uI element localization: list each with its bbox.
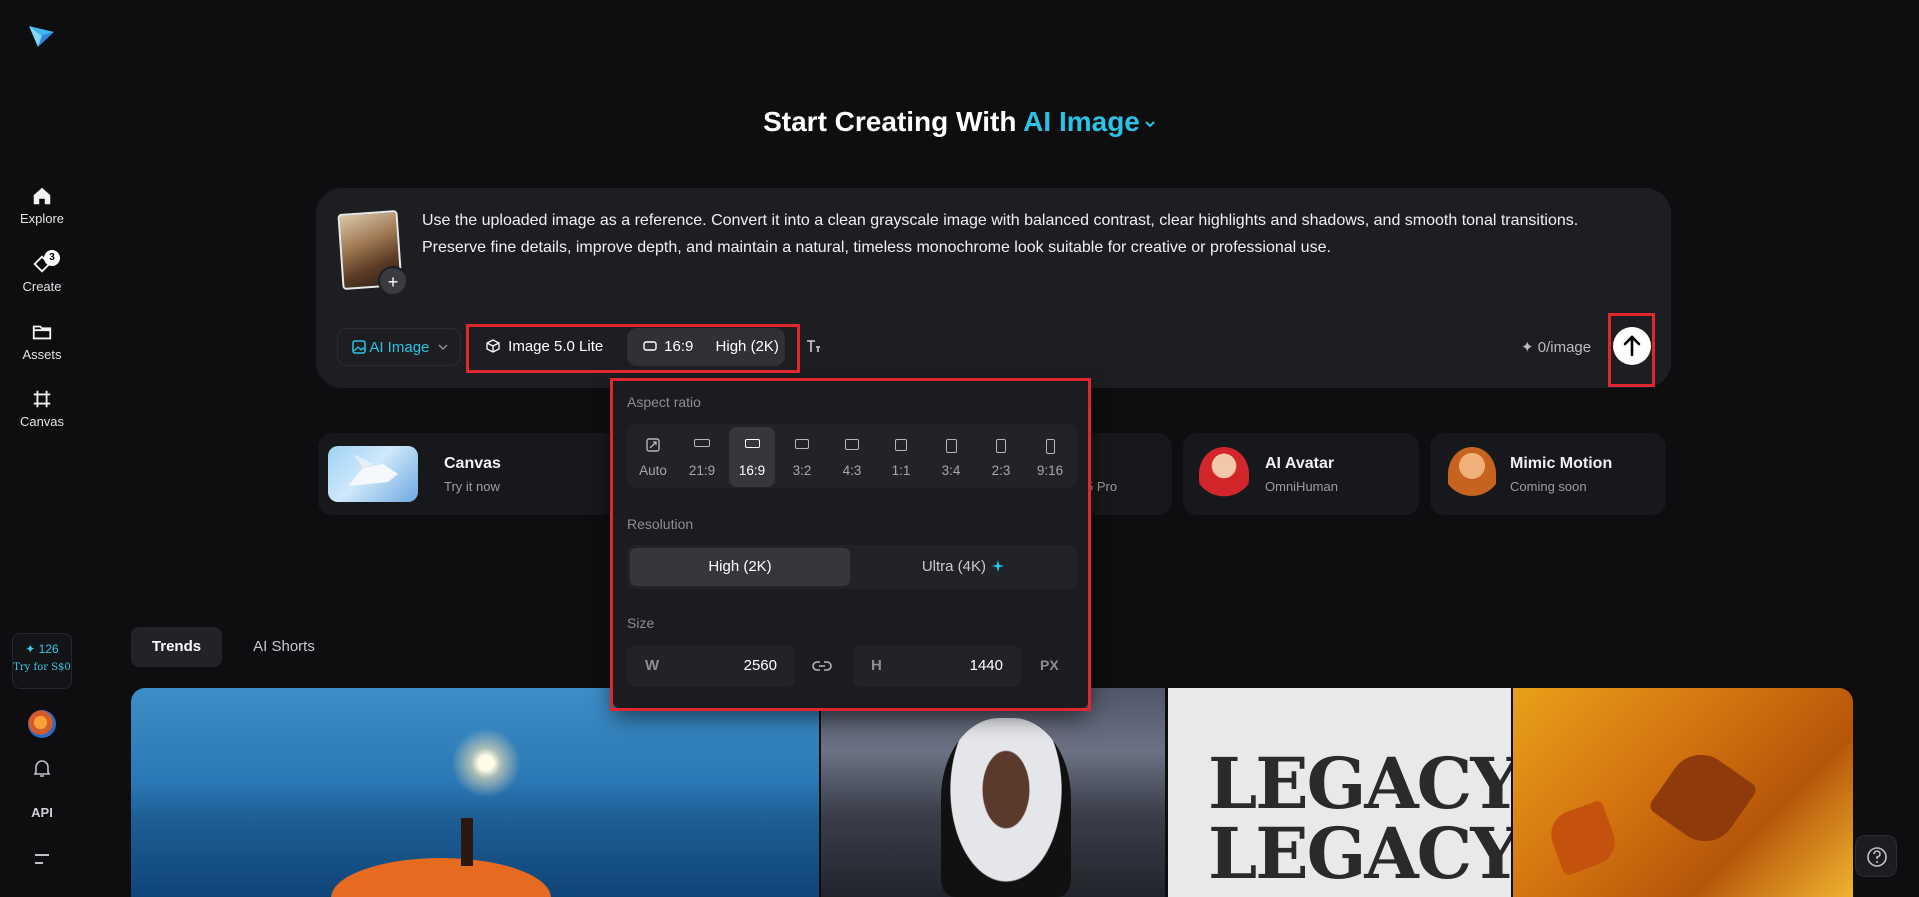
leaf-shape bbox=[1647, 742, 1759, 854]
gallery-item[interactable] bbox=[821, 688, 1165, 897]
question-icon bbox=[1867, 847, 1887, 867]
leaf-shape bbox=[1544, 799, 1622, 877]
legacy-text-art: LEGACY bbox=[1208, 742, 1511, 825]
page-title: Start Creating With AI Image bbox=[0, 106, 1919, 138]
feature-title: Mimic Motion bbox=[1510, 455, 1613, 472]
image-icon bbox=[352, 340, 366, 354]
feature-card-mimic-motion[interactable]: Mimic Motion Coming soon bbox=[1430, 433, 1666, 515]
gallery-item[interactable] bbox=[1513, 688, 1853, 897]
sidebar-item-label: Assets bbox=[22, 347, 62, 362]
mode-dropdown-label: AI Image bbox=[369, 339, 430, 356]
sidebar-item-create[interactable]: 3 Create bbox=[0, 250, 84, 294]
orange-hill bbox=[331, 858, 551, 897]
credits-amount: ✦ 126 bbox=[25, 642, 59, 656]
canvas-thumbnail bbox=[328, 446, 418, 502]
chevron-down-icon bbox=[438, 344, 448, 351]
menu-icon[interactable] bbox=[34, 852, 50, 866]
app-logo-icon[interactable] bbox=[26, 20, 58, 52]
mimic-thumbnail bbox=[1448, 447, 1496, 501]
sidebar-item-label: Canvas bbox=[19, 414, 65, 429]
prompt-input[interactable]: Use the uploaded image as a reference. C… bbox=[422, 207, 1622, 261]
highlight-model-ratio bbox=[466, 324, 800, 373]
mode-name: AI Image bbox=[1023, 106, 1140, 137]
sidebar-item-label: Create bbox=[22, 279, 62, 294]
sun-glow bbox=[451, 728, 521, 798]
avatar-thumbnail bbox=[1199, 447, 1249, 501]
cost-per-image: ✦ 0/image bbox=[1521, 339, 1592, 356]
feature-card-ai-avatar[interactable]: AI Avatar OmniHuman bbox=[1183, 433, 1419, 515]
feature-card-canvas[interactable]: Canvas Try it now bbox=[318, 433, 618, 515]
title-prefix: Start Creating With bbox=[763, 106, 1017, 137]
legacy-text-art: LEGACY bbox=[1208, 812, 1511, 895]
gallery-item[interactable] bbox=[131, 688, 819, 897]
sidebar-item-explore[interactable]: Explore bbox=[0, 185, 84, 226]
tab-ai-shorts[interactable]: AI Shorts bbox=[234, 627, 334, 667]
folder-icon bbox=[32, 325, 52, 340]
feature-title: AI Avatar bbox=[1265, 455, 1335, 472]
highlight-send bbox=[1608, 313, 1655, 387]
sidebar-item-assets[interactable]: Assets bbox=[0, 321, 84, 362]
add-image-button[interactable]: + bbox=[378, 266, 408, 296]
canvas-icon bbox=[33, 390, 51, 408]
sidebar-item-canvas[interactable]: Canvas bbox=[0, 388, 84, 429]
avatar[interactable] bbox=[28, 710, 56, 738]
text-size-icon bbox=[807, 340, 820, 352]
create-count-badge: 3 bbox=[44, 250, 60, 266]
help-button[interactable] bbox=[1855, 835, 1897, 877]
feature-subtitle: OmniHuman bbox=[1265, 479, 1338, 494]
credits-offer-button[interactable]: ✦ 126 Try for S$0 bbox=[12, 633, 72, 689]
mode-switcher[interactable]: AI Image bbox=[1023, 106, 1156, 137]
highlight-popover bbox=[610, 378, 1091, 711]
feature-subtitle: Try it now bbox=[444, 479, 500, 494]
tab-trends[interactable]: Trends bbox=[131, 627, 222, 667]
sidebar-item-label: Explore bbox=[19, 211, 65, 226]
chevron-down-icon bbox=[1145, 120, 1155, 128]
home-icon bbox=[33, 187, 51, 205]
feature-subtitle: Coming soon bbox=[1510, 479, 1587, 494]
api-link[interactable]: API bbox=[0, 805, 84, 820]
portrait-figure bbox=[941, 718, 1071, 897]
gallery-item[interactable]: LEGACY LEGACY bbox=[1168, 688, 1511, 897]
figure-silhouette bbox=[461, 818, 473, 866]
mode-dropdown[interactable]: AI Image bbox=[337, 328, 461, 366]
bell-icon[interactable] bbox=[33, 758, 51, 778]
credits-offer-text: Try for S$0 bbox=[13, 662, 71, 673]
text-format-button[interactable] bbox=[795, 328, 831, 366]
feature-title: Canvas bbox=[444, 455, 501, 472]
